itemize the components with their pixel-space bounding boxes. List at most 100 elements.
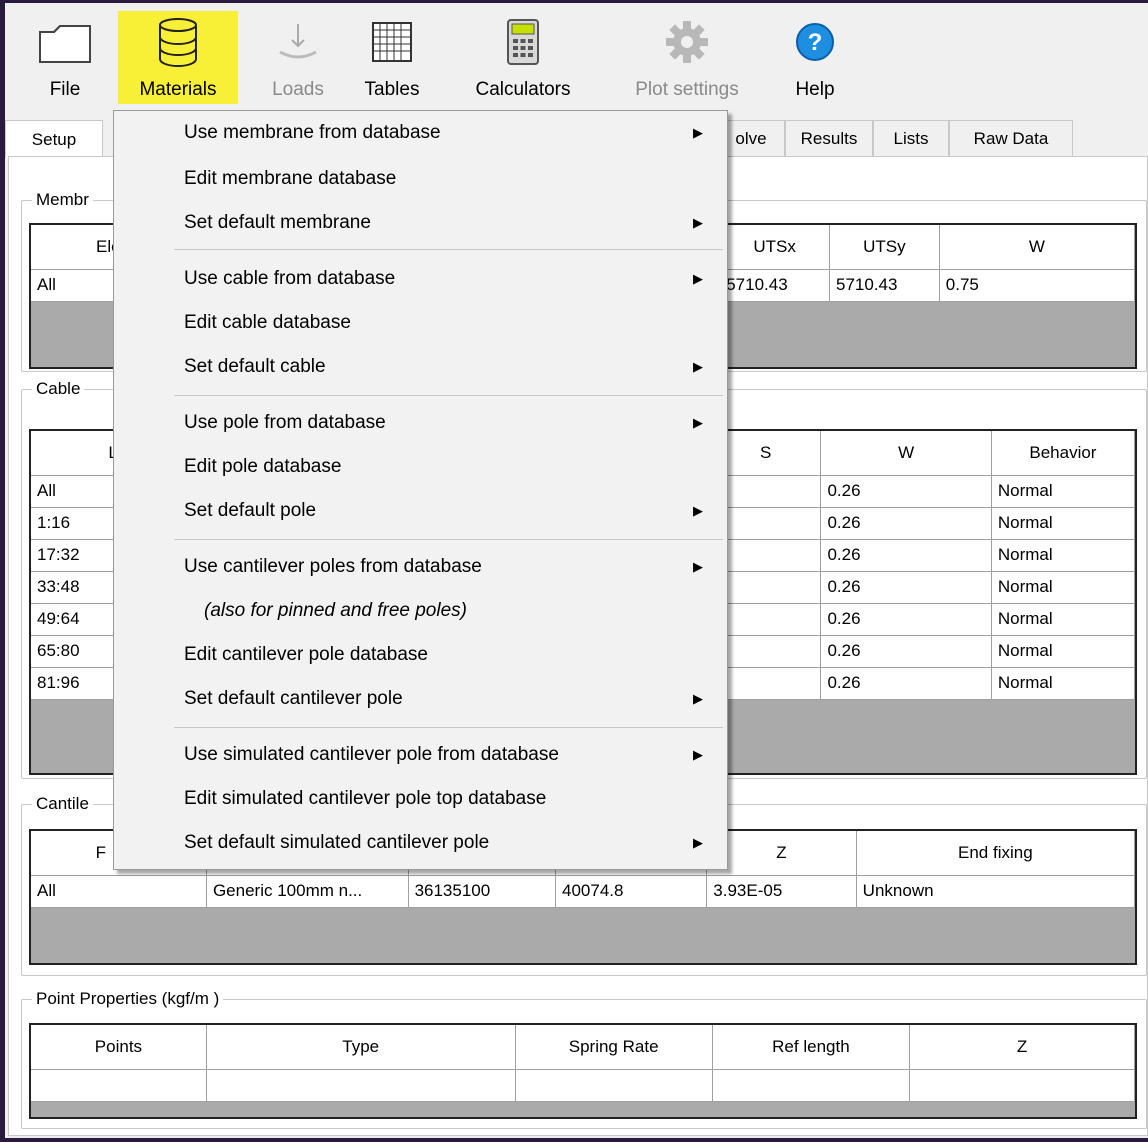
menu-item-label: Use cantilever poles from database: [184, 556, 482, 577]
table-cell[interactable]: 0.26: [820, 571, 992, 604]
tab-lists[interactable]: Lists: [873, 120, 949, 156]
table-cell[interactable]: [206, 1069, 516, 1102]
materials-menu: Use membrane from database ▶ Edit membran…: [113, 110, 728, 870]
table-grid-icon: [372, 11, 412, 73]
menu-item-label: Use simulated cantilever pole from datab…: [184, 744, 559, 765]
tab-setup[interactable]: Setup: [5, 120, 103, 158]
cantilever-col-end-fixing[interactable]: End fixing: [856, 831, 1135, 876]
menu-item-default-membrane[interactable]: Set default membrane ▶: [184, 201, 715, 245]
cantilever-col-z[interactable]: Z: [706, 831, 857, 876]
submenu-arrow-icon: ▶: [693, 271, 703, 286]
menu-item-default-cable[interactable]: Set default cable ▶: [184, 345, 715, 389]
menu-item-default-simulated-cantilever[interactable]: Set default simulated cantilever pole ▶: [184, 821, 715, 865]
menu-separator: [174, 395, 723, 396]
table-cell[interactable]: Normal: [991, 571, 1135, 604]
menu-item-label: (also for pinned and free poles): [204, 600, 467, 621]
menu-item-label: Use cable from database: [184, 268, 396, 289]
points-col-ref-length[interactable]: Ref length: [712, 1025, 911, 1070]
submenu-arrow-icon: ▶: [693, 747, 703, 762]
calculators-button[interactable]: Calculators: [463, 11, 583, 113]
materials-label: Materials: [139, 79, 217, 100]
table-cell[interactable]: 0.75: [939, 269, 1135, 302]
plot-settings-label: Plot settings: [635, 79, 739, 100]
submenu-arrow-icon: ▶: [693, 503, 703, 518]
menu-item-label: Set default cantilever pole: [184, 688, 403, 709]
cable-col-w[interactable]: W: [820, 431, 992, 476]
menu-item-use-pole[interactable]: Use pole from database ▶: [184, 401, 715, 445]
menu-item-label: Use pole from database: [184, 412, 386, 433]
table-cell[interactable]: 5710.43: [719, 269, 830, 302]
table-cell[interactable]: [31, 1069, 207, 1102]
table-cell[interactable]: 3.93E-05: [706, 875, 857, 908]
loads-label: Loads: [272, 79, 324, 100]
table-cell[interactable]: 0.26: [820, 475, 992, 508]
point-properties-grid[interactable]: Points Type Spring Rate Ref length Z: [29, 1023, 1137, 1119]
table-cell[interactable]: 40074.8: [555, 875, 708, 908]
menu-item-default-pole[interactable]: Set default pole ▶: [184, 489, 715, 533]
table-cell[interactable]: Unknown: [856, 875, 1135, 908]
menu-item-default-cantilever[interactable]: Set default cantilever pole ▶: [184, 677, 715, 721]
materials-button[interactable]: Materials: [118, 11, 238, 104]
table-cell[interactable]: All: [31, 875, 207, 908]
table-cell[interactable]: Normal: [991, 635, 1135, 668]
membrane-col-utsx[interactable]: UTSx: [719, 225, 830, 270]
table-cell[interactable]: Normal: [991, 667, 1135, 700]
table-cell[interactable]: 36135100: [408, 875, 557, 908]
help-button[interactable]: ? Help: [785, 11, 845, 113]
menu-item-use-cantilever[interactable]: Use cantilever poles from database ▶: [184, 545, 715, 589]
table-cell[interactable]: 0.26: [820, 603, 992, 636]
membrane-col-w[interactable]: W: [939, 225, 1135, 270]
points-col-z[interactable]: Z: [909, 1025, 1135, 1070]
table-cell[interactable]: [712, 1069, 911, 1102]
table-cell[interactable]: [515, 1069, 713, 1102]
submenu-arrow-icon: ▶: [693, 559, 703, 574]
folder-icon: [38, 11, 92, 73]
table-row[interactable]: [31, 1069, 1135, 1102]
database-icon: [157, 11, 199, 73]
table-cell[interactable]: Normal: [991, 507, 1135, 540]
svg-text:?: ?: [808, 29, 823, 56]
table-cell[interactable]: 5710.43: [829, 269, 940, 302]
table-cell[interactable]: [909, 1069, 1135, 1102]
table-cell[interactable]: Normal: [991, 539, 1135, 572]
menu-item-label: Edit pole database: [184, 456, 342, 477]
table-cell[interactable]: Normal: [991, 603, 1135, 636]
calculator-icon: [507, 11, 539, 73]
menu-item-edit-membrane[interactable]: Edit membrane database: [184, 157, 715, 201]
table-cell[interactable]: 0.26: [820, 507, 992, 540]
table-cell[interactable]: Generic 100mm n...: [206, 875, 409, 908]
menu-separator: [174, 249, 723, 250]
help-label: Help: [795, 79, 835, 100]
menu-item-label: Edit simulated cantilever pole top datab…: [184, 788, 547, 809]
menu-separator: [174, 539, 723, 540]
menu-item-label: Set default simulated cantilever pole: [184, 832, 490, 853]
tables-label: Tables: [364, 79, 420, 100]
point-properties-group-title: Point Properties (kgf/m ): [32, 989, 224, 1009]
cable-col-behavior[interactable]: Behavior: [991, 431, 1135, 476]
points-col-type[interactable]: Type: [206, 1025, 516, 1070]
file-button[interactable]: File: [25, 11, 105, 113]
membrane-col-utsy[interactable]: UTSy: [829, 225, 940, 270]
menu-item-label: Set default pole: [184, 500, 317, 521]
table-cell[interactable]: 0.26: [820, 539, 992, 572]
points-col-spring-rate[interactable]: Spring Rate: [515, 1025, 713, 1070]
loads-button[interactable]: Loads: [263, 11, 333, 113]
menu-item-edit-cantilever[interactable]: Edit cantilever pole database: [184, 633, 715, 677]
toolbar: File Materials Loads Tables Calculators …: [5, 3, 1148, 111]
menu-item-edit-pole[interactable]: Edit pole database: [184, 445, 715, 489]
tables-button[interactable]: Tables: [357, 11, 427, 113]
table-cell[interactable]: 0.26: [820, 667, 992, 700]
table-cell[interactable]: Normal: [991, 475, 1135, 508]
submenu-arrow-icon: ▶: [693, 359, 703, 374]
table-row[interactable]: All Generic 100mm n... 36135100 40074.8 …: [31, 875, 1135, 908]
tab-raw-data[interactable]: Raw Data: [949, 120, 1073, 156]
plot-settings-button[interactable]: Plot settings: [617, 11, 757, 113]
menu-item-use-simulated-cantilever[interactable]: Use simulated cantilever pole from datab…: [184, 733, 715, 777]
table-cell[interactable]: 0.26: [820, 635, 992, 668]
points-col-points[interactable]: Points: [31, 1025, 207, 1070]
menu-item-use-cable[interactable]: Use cable from database ▶: [184, 257, 715, 301]
menu-item-edit-cable[interactable]: Edit cable database: [184, 301, 715, 345]
tab-results[interactable]: Results: [785, 120, 873, 156]
menu-item-use-membrane[interactable]: Use membrane from database ▶: [184, 111, 715, 155]
menu-item-edit-simulated-cantilever[interactable]: Edit simulated cantilever pole top datab…: [184, 777, 715, 821]
